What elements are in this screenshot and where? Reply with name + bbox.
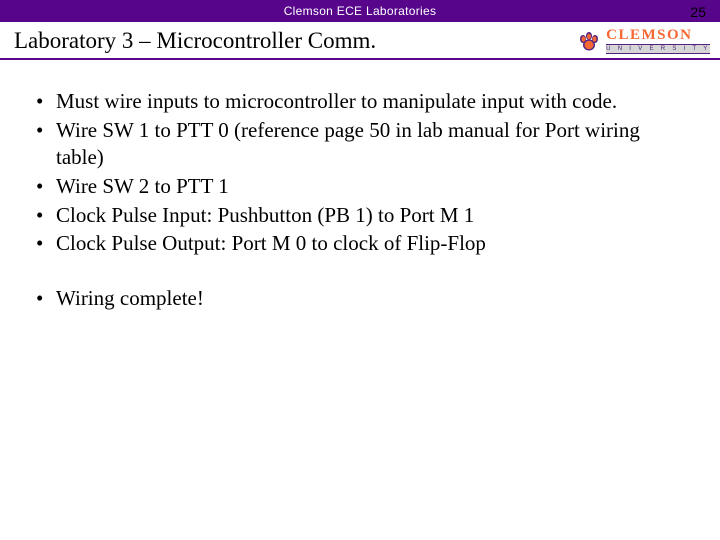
logo-subtext: U N I V E R S I T Y bbox=[606, 44, 710, 54]
slide-title: Laboratory 3 – Microcontroller Comm. bbox=[14, 28, 376, 54]
header-bar: Clemson ECE Laboratories bbox=[0, 0, 720, 22]
paw-icon bbox=[576, 28, 602, 54]
list-item: Wiring complete! bbox=[30, 285, 690, 312]
list-item: Clock Pulse Output: Port M 0 to clock of… bbox=[30, 230, 690, 257]
list-item: Must wire inputs to microcontroller to m… bbox=[30, 88, 690, 115]
page-number: 25 bbox=[690, 4, 706, 20]
bullet-list-secondary: Wiring complete! bbox=[30, 285, 690, 312]
list-item: Wire SW 2 to PTT 1 bbox=[30, 173, 690, 200]
list-item: Clock Pulse Input: Pushbutton (PB 1) to … bbox=[30, 202, 690, 229]
list-item: Wire SW 1 to PTT 0 (reference page 50 in… bbox=[30, 117, 690, 171]
bullet-list-main: Must wire inputs to microcontroller to m… bbox=[30, 88, 690, 257]
clemson-logo: CLEMSON U N I V E R S I T Y bbox=[576, 28, 710, 54]
header-top-label: Clemson ECE Laboratories bbox=[284, 4, 437, 18]
logo-text: CLEMSON U N I V E R S I T Y bbox=[606, 28, 710, 54]
content-area: Must wire inputs to microcontroller to m… bbox=[0, 60, 720, 312]
title-row: Laboratory 3 – Microcontroller Comm. CLE… bbox=[0, 22, 720, 60]
logo-word: CLEMSON bbox=[606, 28, 710, 43]
